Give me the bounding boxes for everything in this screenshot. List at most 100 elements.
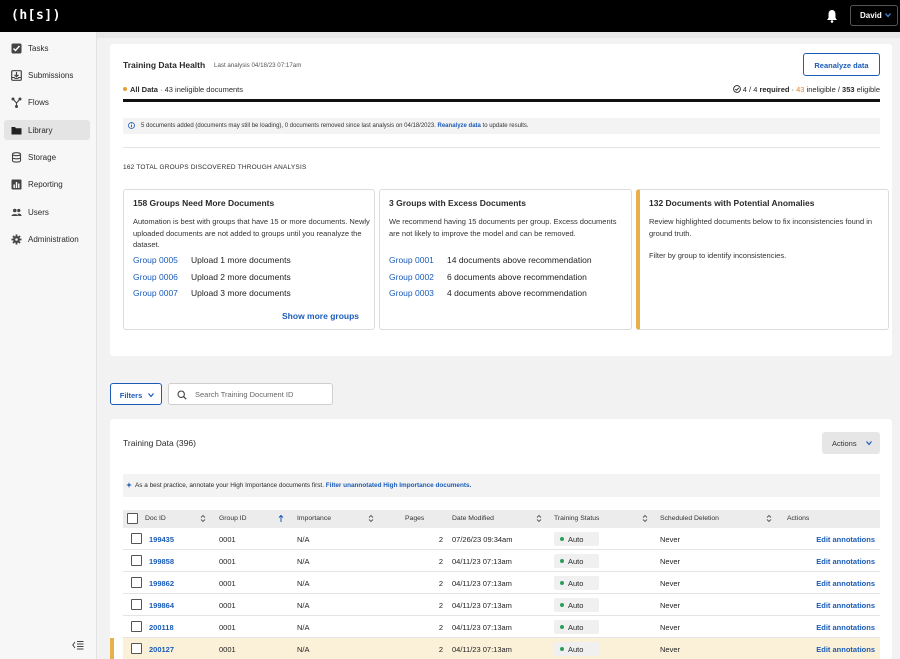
best-practice-tip: As a best practice, annotate your High I… [123, 474, 880, 497]
column-header-training-status[interactable]: Training Status [554, 515, 599, 522]
reanalyze-link[interactable]: Reanalyze data [438, 123, 481, 129]
edit-annotations-link[interactable]: Edit annotations [816, 535, 875, 544]
show-more-groups-link[interactable]: Show more groups [282, 311, 359, 321]
sidebar-item-storage[interactable]: Storage [4, 147, 90, 167]
column-header-pages[interactable]: Pages [405, 515, 424, 522]
groups-need-more-card: 158 Groups Need More Documents Automatio… [123, 189, 375, 330]
filter-high-importance-link[interactable]: Filter unannotated High Importance docum… [326, 482, 472, 489]
sort-ascending-icon[interactable] [278, 514, 284, 523]
doc-id-link[interactable]: 200127 [149, 645, 174, 654]
all-data-tab[interactable]: All Data [130, 85, 158, 94]
scheduled-deletion: Never [660, 579, 681, 588]
card-description: Automation is best with groups that have… [133, 217, 370, 249]
sort-icon[interactable] [536, 514, 542, 523]
users-icon [11, 208, 22, 216]
sidebar-item-tasks[interactable]: Tasks [4, 38, 90, 58]
row-checkbox[interactable] [131, 643, 142, 654]
group-link[interactable]: Group 0002 [389, 272, 447, 282]
checkbox-icon [11, 43, 22, 54]
database-icon [11, 152, 22, 163]
sort-icon[interactable] [642, 514, 648, 523]
group-row: Group 0007 Upload 3 more documents [133, 288, 291, 298]
user-menu-button[interactable]: David [850, 5, 898, 26]
training-status-badge: Auto [554, 642, 599, 656]
row-checkbox[interactable] [131, 621, 142, 632]
sidebar-item-library[interactable]: Library [4, 120, 90, 140]
sort-icon[interactable] [368, 514, 374, 523]
group-link[interactable]: Group 0001 [389, 255, 447, 265]
user-name: David [860, 11, 882, 20]
groups-discovered-heading: 162 TOTAL GROUPS DISCOVERED THROUGH ANAL… [123, 164, 307, 171]
doc-id-link[interactable]: 200118 [149, 623, 174, 632]
card-title: 158 Groups Need More Documents [133, 198, 275, 208]
doc-id-link[interactable]: 199858 [149, 557, 174, 566]
search-box[interactable] [168, 383, 333, 405]
table-row: 199864 0001 N/A 2 04/11/23 07:13am Auto … [123, 594, 880, 616]
group-row: Group 0003 4 documents above recommendati… [389, 288, 587, 298]
training-data-panel: Training Data (396) Actions As a best pr… [110, 419, 892, 659]
actions-button[interactable]: Actions [822, 432, 880, 454]
group-value: 4 documents above recommendation [447, 288, 587, 298]
group-value: Upload 1 more documents [191, 255, 291, 265]
sidebar-item-reporting[interactable]: Reporting [4, 174, 90, 194]
column-header-doc-id[interactable]: Doc ID [145, 515, 166, 522]
group-value: 6 documents above recommendation [447, 272, 587, 282]
edit-annotations-link[interactable]: Edit annotations [816, 579, 875, 588]
edit-annotations-link[interactable]: Edit annotations [816, 557, 875, 566]
row-checkbox[interactable] [131, 555, 142, 566]
ineligible-count: 43 [796, 85, 805, 94]
sort-icon[interactable] [766, 514, 772, 523]
row-checkbox[interactable] [131, 599, 142, 610]
group-id: 0001 [219, 645, 236, 654]
select-all-checkbox[interactable] [127, 513, 138, 524]
column-header-date-modified[interactable]: Date Modified [452, 515, 494, 522]
bell-icon[interactable] [826, 9, 838, 23]
status-dot-icon [560, 603, 564, 607]
doc-id-link[interactable]: 199435 [149, 535, 174, 544]
ineligible-label: ineligible / [806, 85, 840, 94]
collapse-sidebar-icon[interactable] [72, 640, 84, 650]
training-data-title: Training Data (396) [123, 438, 196, 448]
row-checkbox[interactable] [131, 577, 142, 588]
status-dot-icon [560, 581, 564, 585]
group-link[interactable]: Group 0005 [133, 255, 191, 265]
column-header-scheduled-deletion[interactable]: Scheduled Deletion [660, 515, 719, 522]
group-link[interactable]: Group 0006 [133, 272, 191, 282]
info-suffix: to update results. [482, 123, 529, 129]
card-title: 3 Groups with Excess Documents [389, 198, 526, 208]
status-dot-icon [560, 537, 564, 541]
requirements-summary: 4 / 4 required · 43 ineligible / 353 eli… [732, 85, 880, 94]
search-input[interactable] [195, 388, 325, 401]
row-checkbox[interactable] [131, 533, 142, 544]
folder-icon [11, 127, 22, 135]
sidebar-item-label: Flows [28, 98, 49, 107]
sidebar-item-label: Tasks [28, 44, 49, 53]
reanalyze-data-button[interactable]: Reanalyze data [803, 53, 880, 76]
sidebar-item-users[interactable]: Users [4, 202, 90, 222]
edit-annotations-link[interactable]: Edit annotations [816, 601, 875, 610]
group-link[interactable]: Group 0003 [389, 288, 447, 298]
group-id: 0001 [219, 535, 236, 544]
training-status-badge: Auto [554, 576, 599, 590]
group-link[interactable]: Group 0007 [133, 288, 191, 298]
edit-annotations-link[interactable]: Edit annotations [816, 623, 875, 632]
progress-divider [123, 99, 880, 102]
date-modified: 04/11/23 07:13am [452, 579, 512, 588]
doc-id-link[interactable]: 199864 [149, 601, 174, 610]
status-dot-icon [560, 625, 564, 629]
sidebar-item-administration[interactable]: Administration [4, 229, 90, 249]
scheduled-deletion: Never [660, 557, 681, 566]
edit-annotations-link[interactable]: Edit annotations [816, 645, 875, 654]
sidebar-item-flows[interactable]: Flows [4, 92, 90, 112]
column-header-group-id[interactable]: Group ID [219, 515, 247, 522]
importance: N/A [297, 645, 310, 654]
group-value: Upload 2 more documents [191, 272, 291, 282]
column-header-importance[interactable]: Importance [297, 515, 331, 522]
sidebar-item-submissions[interactable]: Submissions [4, 65, 90, 85]
filters-button[interactable]: Filters [110, 383, 162, 405]
group-value: Upload 3 more documents [191, 288, 291, 298]
sort-icon[interactable] [200, 514, 206, 523]
doc-id-link[interactable]: 199862 [149, 579, 174, 588]
app-logo[interactable]: (h[s]) [11, 8, 61, 23]
status-text: Auto [568, 601, 584, 610]
